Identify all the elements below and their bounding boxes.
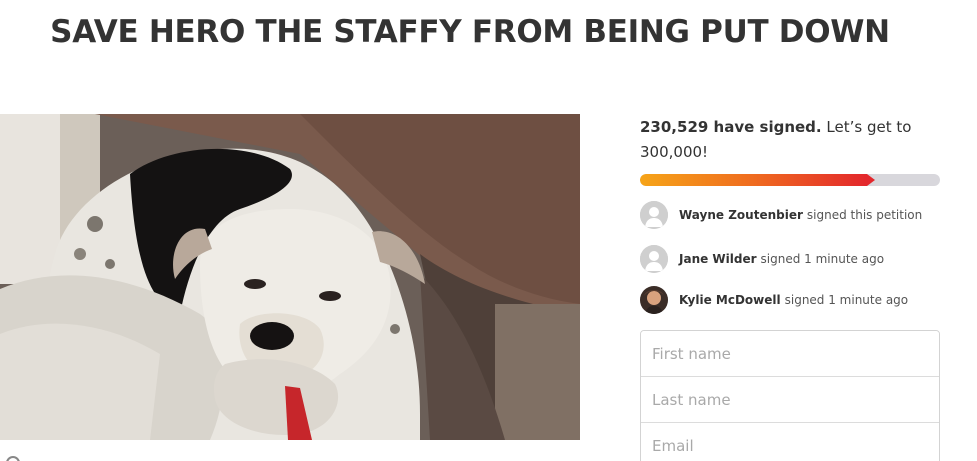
signature-count: 230,529 have signed. Let’s get to 300,00…: [640, 115, 940, 165]
signer-action: signed 1 minute ago: [760, 252, 885, 266]
default-person-icon: [640, 201, 668, 229]
sign-petition-form: [640, 330, 940, 461]
signature-panel: 230,529 have signed. Let’s get to 300,00…: [640, 114, 940, 461]
partial-icon: [6, 456, 20, 461]
signature-progress-bar: [640, 174, 940, 186]
recent-signer: Jane Wilder signed 1 minute ago: [640, 244, 940, 274]
signer-name: Kylie McDowell: [679, 293, 781, 307]
email-field[interactable]: [641, 423, 939, 461]
signer-name: Wayne Zoutenbier: [679, 208, 803, 222]
user-photo-avatar: [640, 286, 668, 314]
recent-signer: Wayne Zoutenbier signed this petition: [640, 200, 940, 230]
signature-progress-tip: [867, 174, 875, 186]
petition-photo: [0, 114, 580, 440]
signature-count-bold: 230,529 have signed.: [640, 118, 822, 136]
recent-signers-list: Wayne Zoutenbier signed this petition Ja…: [640, 200, 940, 315]
signature-progress-fill: [640, 174, 867, 186]
signer-name: Jane Wilder: [679, 252, 757, 266]
default-person-icon: [640, 245, 668, 273]
recent-signer: Kylie McDowell signed 1 minute ago: [640, 285, 940, 315]
first-name-field[interactable]: [641, 331, 939, 377]
signer-action: signed 1 minute ago: [784, 293, 909, 307]
signer-action: signed this petition: [806, 208, 923, 222]
petition-title: SAVE HERO THE STAFFY FROM BEING PUT DOWN: [50, 14, 890, 50]
petition-page: SAVE HERO THE STAFFY FROM BEING PUT DOWN: [0, 0, 977, 461]
last-name-field[interactable]: [641, 377, 939, 423]
